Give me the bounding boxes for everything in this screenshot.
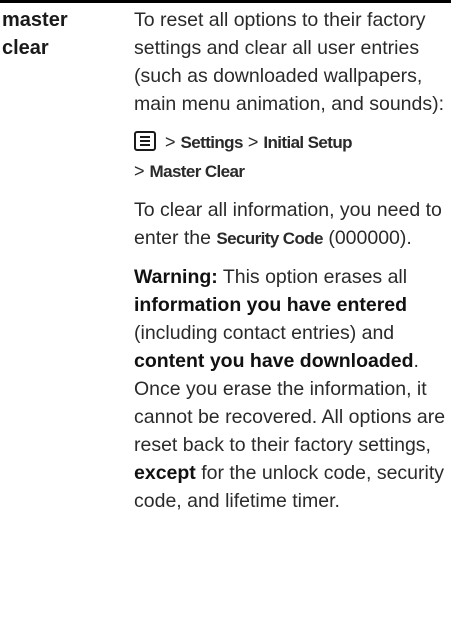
path-master-clear: Master Clear xyxy=(149,162,245,181)
term-line-1: master xyxy=(2,9,68,31)
warning-text-1: This option erases all xyxy=(217,266,408,288)
security-code-label: Security Code xyxy=(216,229,323,248)
warning-text-2: (including contact entries) and xyxy=(134,322,395,344)
top-rule xyxy=(0,0,451,3)
menu-path: > Settings > Initial Setup > Master Clea… xyxy=(134,128,449,186)
warning-label: Warning: xyxy=(134,266,218,288)
warning-bold-3: except xyxy=(134,462,196,484)
feature-term: master clear xyxy=(2,6,112,62)
clear-info-paragraph: To clear all information, you need to en… xyxy=(134,196,449,253)
intro-paragraph: To reset all options to their factory se… xyxy=(134,9,445,115)
path-initial-setup: Initial Setup xyxy=(263,133,352,152)
warning-bold-1: information you have entered xyxy=(134,294,408,316)
feature-description: To reset all options to their factory se… xyxy=(134,6,449,525)
warning-paragraph: Warning: This option erases all informat… xyxy=(134,263,449,515)
warning-bold-2: content you have downloaded xyxy=(134,350,414,372)
term-line-2: clear xyxy=(2,37,49,59)
path-sep-1: > xyxy=(165,132,176,152)
path-settings: Settings xyxy=(180,133,244,152)
menu-key-icon xyxy=(134,131,156,151)
clear-info-after: (000000). xyxy=(322,227,412,249)
path-sep-2: > xyxy=(247,132,259,152)
path-sep-3: > xyxy=(134,161,145,181)
